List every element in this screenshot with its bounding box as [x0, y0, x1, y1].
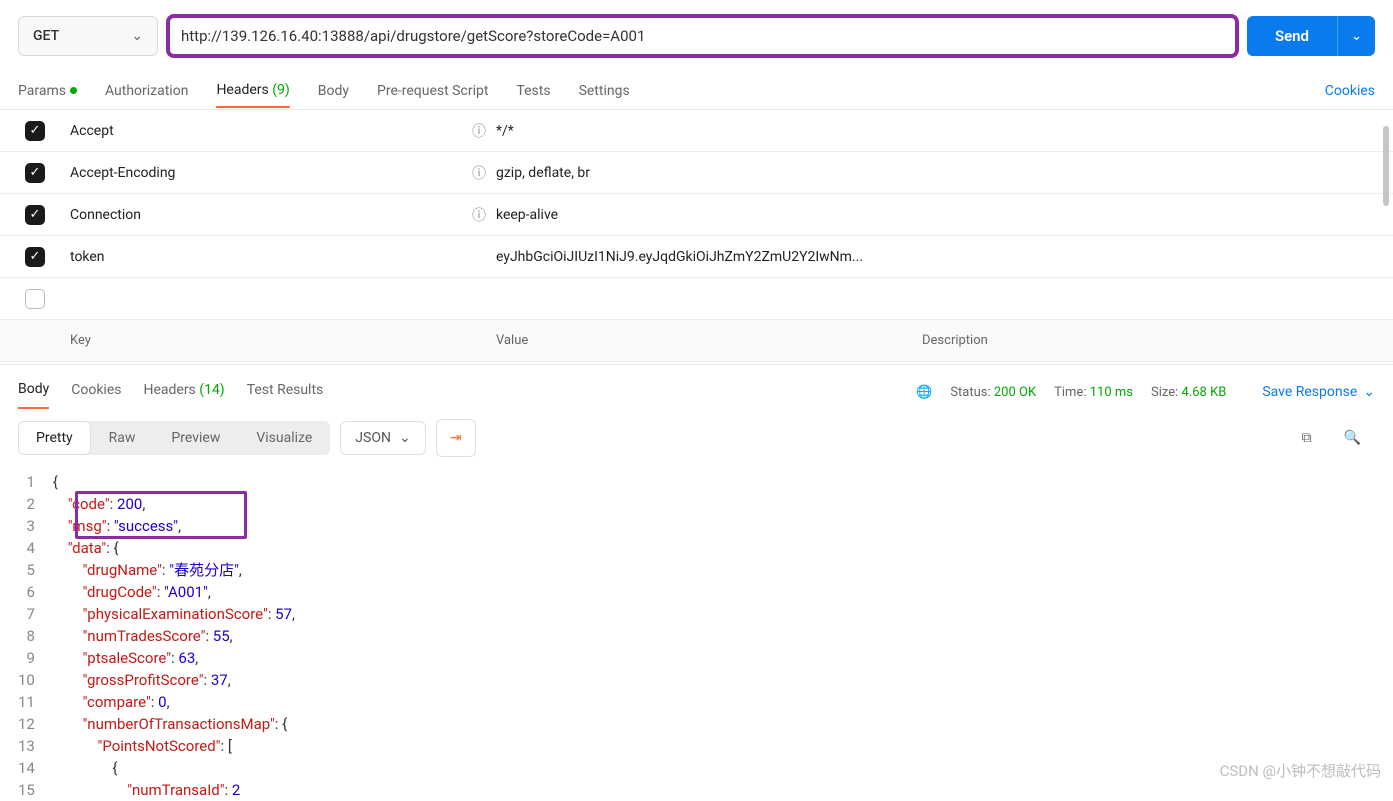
send-button-group: Send ⌄	[1247, 16, 1375, 56]
header-value[interactable]: */*	[496, 123, 922, 139]
chevron-down-icon: ⌄	[1363, 384, 1375, 400]
http-method-select[interactable]: GET ⌄	[18, 16, 158, 56]
chevron-down-icon: ⌄	[131, 28, 143, 44]
watermark: CSDN @小钟不想敲代码	[1220, 760, 1381, 781]
header-row: ✓ Connection ⓘ keep-alive	[0, 194, 1393, 236]
response-body[interactable]: 123456789101112131415 { "code": 200, "ms…	[0, 467, 1393, 801]
response-tabs: Body Cookies Headers (14) Test Results 🌐…	[0, 364, 1393, 409]
header-checkbox[interactable]: ✓	[25, 247, 45, 267]
resp-tab-body[interactable]: Body	[18, 375, 49, 409]
header-row-empty	[0, 278, 1393, 320]
resp-tab-testresults[interactable]: Test Results	[247, 376, 324, 408]
header-key[interactable]: Connection	[70, 207, 141, 223]
header-row: ✓ token eyJhbGciOiJIUzI1NiJ9.eyJqdGkiOiJ…	[0, 236, 1393, 278]
tab-authorization[interactable]: Authorization	[105, 75, 188, 107]
header-row: ✓ Accept ⓘ */*	[0, 110, 1393, 152]
cookies-link[interactable]: Cookies	[1325, 83, 1375, 99]
header-checkbox[interactable]: ✓	[25, 121, 45, 141]
vertical-scrollbar[interactable]	[1379, 120, 1393, 350]
chevron-down-icon: ⌄	[399, 430, 411, 446]
size-label: Size: 4.68 KB	[1151, 385, 1226, 400]
description-column-label: Description	[922, 333, 1393, 348]
params-dot-icon	[70, 87, 77, 94]
tab-params[interactable]: Params	[18, 75, 77, 107]
header-key[interactable]: Accept	[70, 123, 114, 139]
view-preview[interactable]: Preview	[153, 421, 238, 455]
resp-tab-cookies[interactable]: Cookies	[71, 376, 121, 408]
line-gutter: 123456789101112131415	[18, 471, 53, 801]
resp-tab-headers[interactable]: Headers (14)	[143, 376, 224, 408]
info-icon[interactable]: ⓘ	[472, 121, 486, 141]
headers-table: ✓ Accept ⓘ */* ✓ Accept-Encoding ⓘ gzip, d…	[0, 110, 1393, 362]
header-value[interactable]: keep-alive	[496, 207, 922, 223]
request-bar: GET ⌄ Send ⌄	[0, 0, 1393, 72]
copy-icon[interactable]: ⧉	[1302, 430, 1312, 446]
header-checkbox[interactable]: ✓	[25, 163, 45, 183]
view-visualize[interactable]: Visualize	[238, 421, 330, 455]
header-value[interactable]: eyJhbGciOiJIUzI1NiJ9.eyJqdGkiOiJhZmY2ZmU…	[496, 249, 922, 265]
search-icon[interactable]: 🔍	[1344, 430, 1361, 446]
tab-prerequest[interactable]: Pre-request Script	[377, 75, 488, 107]
info-icon[interactable]: ⓘ	[472, 163, 486, 183]
header-row: ✓ Accept-Encoding ⓘ gzip, deflate, br	[0, 152, 1393, 194]
header-checkbox[interactable]	[25, 289, 45, 309]
header-key[interactable]: Accept-Encoding	[70, 165, 175, 181]
wrap-icon: ⇥	[450, 430, 462, 446]
format-select[interactable]: JSON ⌄	[340, 421, 425, 455]
wrap-lines-button[interactable]: ⇥	[436, 419, 476, 457]
header-checkbox[interactable]: ✓	[25, 205, 45, 225]
info-icon[interactable]: ⓘ	[472, 205, 486, 225]
tab-body[interactable]: Body	[318, 75, 349, 107]
url-input[interactable]	[168, 16, 1237, 56]
code-content[interactable]: { "code": 200, "msg": "success", "data":…	[53, 471, 295, 801]
status-label: Status: 200 OK	[950, 385, 1036, 400]
tab-headers[interactable]: Headers (9)	[216, 74, 289, 108]
tab-settings[interactable]: Settings	[579, 75, 630, 107]
header-value[interactable]: gzip, deflate, br	[496, 165, 922, 181]
response-status-area: 🌐 Status: 200 OK Time: 110 ms Size: 4.68…	[916, 385, 1226, 400]
header-label-row: Key Value Description	[0, 320, 1393, 362]
tab-tests[interactable]: Tests	[516, 75, 550, 107]
response-view-bar: Pretty Raw Preview Visualize JSON ⌄ ⇥ ⧉ …	[0, 409, 1393, 467]
value-column-label: Value	[496, 333, 922, 348]
view-mode-toggle: Pretty Raw Preview Visualize	[18, 421, 330, 455]
send-dropdown-button[interactable]: ⌄	[1337, 16, 1375, 56]
save-response-button[interactable]: Save Response ⌄	[1262, 384, 1375, 400]
globe-icon[interactable]: 🌐	[916, 385, 932, 400]
request-tabs: Params Authorization Headers (9) Body Pr…	[0, 72, 1393, 110]
view-raw[interactable]: Raw	[91, 421, 154, 455]
header-key[interactable]: token	[70, 249, 105, 265]
scrollbar-thumb[interactable]	[1383, 126, 1389, 206]
key-column-label: Key	[70, 333, 496, 348]
chevron-down-icon: ⌄	[1351, 29, 1362, 44]
http-method-label: GET	[33, 28, 59, 44]
send-button[interactable]: Send	[1247, 16, 1337, 56]
view-pretty[interactable]: Pretty	[18, 421, 91, 455]
time-label: Time: 110 ms	[1054, 385, 1133, 400]
